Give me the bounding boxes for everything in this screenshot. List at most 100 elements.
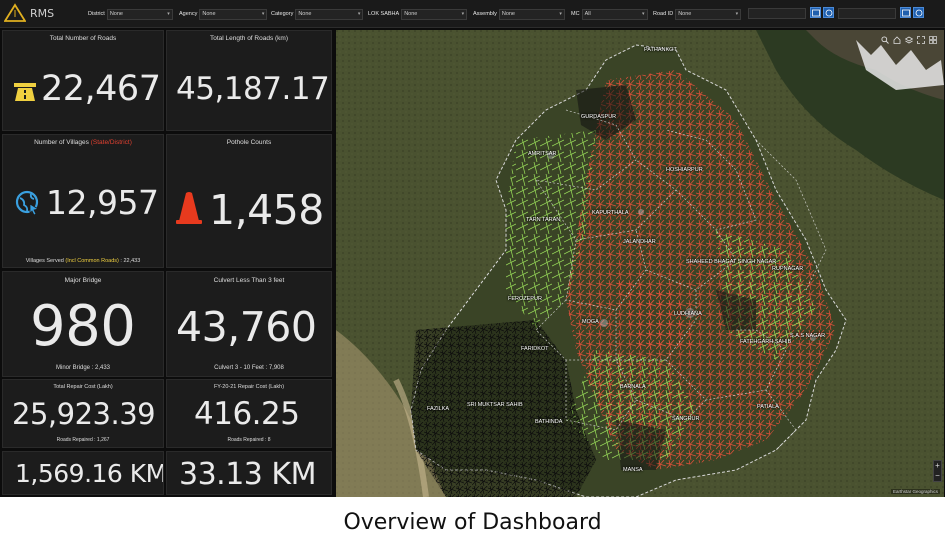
filter-category[interactable]: Category None ▾ xyxy=(271,8,364,20)
map-label-patiala: PATIALA xyxy=(757,404,779,410)
layers-icon[interactable] xyxy=(905,36,913,44)
map-view-button[interactable] xyxy=(810,7,821,18)
map-label-fatehgarh-sahib: FATEHGARH SAHIB xyxy=(740,339,792,345)
map-label-rupnagar: RUPNAGAR xyxy=(772,266,804,272)
satellite-basemap xyxy=(336,30,944,497)
villages-value: 12,957 xyxy=(46,183,159,222)
map-label-bathinda: BATHINDA xyxy=(535,419,563,425)
filter-assembly-label: Assembly xyxy=(473,11,497,17)
filter-agency[interactable]: Agency None ▾ xyxy=(179,8,268,20)
fy-roads-repaired: Roads Repaired : 8 xyxy=(227,437,271,443)
fy-repair-cost-value: 416.25 xyxy=(194,396,300,432)
extra-filter-input[interactable] xyxy=(748,8,806,19)
culvert-3-10: Culvert 3 - 10 Feet : 7,908 xyxy=(214,365,284,371)
traffic-cone-icon xyxy=(176,192,202,224)
potholes-value: 1,458 xyxy=(209,186,324,234)
card-title: Total Number of Roads xyxy=(49,35,117,42)
card-title: Major Bridge xyxy=(64,277,102,284)
info-button[interactable] xyxy=(823,7,834,18)
zoom-out-button[interactable]: − xyxy=(934,471,941,481)
map-label-sri-muktsar-sahib: SRI MUKTSAR SAHIB xyxy=(467,402,523,408)
chevron-down-icon: ▾ xyxy=(461,10,465,17)
map-label-sangrur: SANGRUR xyxy=(672,416,700,422)
major-bridge-value: 980 xyxy=(30,294,136,359)
filter-mc-select[interactable]: All ▾ xyxy=(581,8,648,20)
card-villages: Number of Villages (State/District) 12,9… xyxy=(2,134,164,268)
expand-icon[interactable] xyxy=(917,36,925,44)
filter-agency-label: Agency xyxy=(179,11,198,17)
filter-agency-select[interactable]: None ▾ xyxy=(199,8,268,20)
filter-lok-sabha[interactable]: LOK SABHA None ▾ xyxy=(368,8,468,20)
total-roads-value: 22,467 xyxy=(41,69,161,109)
map-view-button-2[interactable] xyxy=(900,7,911,18)
map-label-tarn-taran: TARN TARAN xyxy=(526,217,561,223)
map-label-fazilka: FAZILKA xyxy=(427,406,450,412)
km-total-value: 1,569.16 KM xyxy=(15,459,164,488)
filter-road-id[interactable]: Road ID None ▾ xyxy=(653,8,742,20)
home-icon[interactable] xyxy=(893,36,901,44)
filter-road-id-select[interactable]: None ▾ xyxy=(675,8,742,20)
card-total-roads: Total Number of Roads 22,467 xyxy=(2,30,164,131)
chevron-down-icon: ▾ xyxy=(559,10,562,17)
map-label-faridkot: FARIDKOT xyxy=(521,346,549,352)
card-title: Pothole Counts xyxy=(226,139,272,146)
dashboard-screen: RMS District None ▾ Agency None ▾ Category… xyxy=(0,0,945,497)
zoom-in-button[interactable]: + xyxy=(934,461,941,471)
filter-mc[interactable]: MC All ▾ xyxy=(571,8,648,20)
map-label-moga: MOGA xyxy=(582,319,599,325)
app-title: RMS xyxy=(30,7,55,20)
road-map[interactable]: PATHANKOT GURDASPUR AMRITSAR HOSHIARPUR … xyxy=(336,30,944,497)
chevron-down-icon: ▾ xyxy=(357,10,361,17)
map-label-jalandhar: JALANDHAR xyxy=(623,239,656,245)
info-button-2[interactable] xyxy=(913,7,924,18)
card-title: Total Repair Cost (Lakh) xyxy=(53,384,113,390)
card-title: Number of Villages (State/District) xyxy=(34,139,132,146)
map-label-sbs-nagar: SHAHEED BHAGAT SINGH NAGAR xyxy=(686,259,777,265)
map-attribution: Earthstar Geographics xyxy=(890,489,940,494)
search-icon[interactable] xyxy=(881,36,889,44)
card-km-fy: 33.13 KM xyxy=(166,451,332,495)
map-label-pathankot: PATHANKOT xyxy=(644,47,677,53)
map-label-amritsar: AMRITSAR xyxy=(528,151,557,157)
culvert-value: 43,760 xyxy=(176,303,317,351)
map-label-hoshiarpur: HOSHIARPUR xyxy=(666,167,703,173)
card-km-total: 1,569.16 KM xyxy=(2,451,164,495)
map-label-mansa: MANSA xyxy=(623,467,643,473)
info-icon xyxy=(915,9,923,17)
map-label-sas-nagar: S.A.S NAGAR xyxy=(790,333,826,339)
card-major-bridge: Major Bridge 980 Minor Bridge : 2,433 xyxy=(2,271,164,377)
filter-lok-sabha-label: LOK SABHA xyxy=(368,11,400,17)
chevron-down-icon: ▾ xyxy=(642,10,645,17)
rms-logo-icon xyxy=(4,3,26,22)
card-fy-repair-cost: FY-20-21 Repair Cost (Lakh) 416.25 Roads… xyxy=(166,379,332,448)
filter-district[interactable]: District None ▾ xyxy=(88,8,173,20)
top-filter-bar: RMS District None ▾ Agency None ▾ Category… xyxy=(0,0,945,28)
extra-filter-input-2[interactable] xyxy=(838,8,896,19)
filter-lok-sabha-select[interactable]: None ▾ xyxy=(401,8,468,20)
roads-repaired: Roads Repaired : 1,267 xyxy=(56,437,110,443)
map-icon xyxy=(812,9,820,17)
map-label-ferozepur: FEROZEPUR xyxy=(508,296,542,302)
card-repair-cost: Total Repair Cost (Lakh) 25,923.39 Roads… xyxy=(2,379,164,448)
grid-icon[interactable] xyxy=(929,36,937,44)
filter-category-label: Category xyxy=(271,11,294,17)
repair-cost-value: 25,923.39 xyxy=(12,397,156,431)
chevron-down-icon: ▾ xyxy=(735,10,739,17)
chevron-down-icon: ▾ xyxy=(167,10,170,17)
card-total-length: Total Length of Roads (km) 45,187.17 xyxy=(166,30,332,131)
card-potholes: Pothole Counts 1,458 xyxy=(166,134,332,268)
filter-road-id-label: Road ID xyxy=(653,11,674,17)
filter-district-label: District xyxy=(88,11,105,17)
figure-caption: Overview of Dashboard xyxy=(343,510,602,535)
filter-category-select[interactable]: None ▾ xyxy=(295,8,364,20)
filter-assembly[interactable]: Assembly None ▾ xyxy=(473,8,565,20)
card-title: FY-20-21 Repair Cost (Lakh) xyxy=(213,384,285,390)
map-label-kapurthala: KAPURTHALA xyxy=(592,210,629,216)
zoom-control: + − xyxy=(933,460,942,482)
map-label-barnala: BARNALA xyxy=(620,384,646,390)
filter-assembly-select[interactable]: None ▾ xyxy=(498,8,565,20)
filter-district-select[interactable]: None ▾ xyxy=(106,8,173,20)
total-length-value: 45,187.17 xyxy=(176,71,330,107)
globe-pointer-icon xyxy=(15,190,40,216)
map-label-ludhiana: LUDHIANA xyxy=(674,311,702,317)
